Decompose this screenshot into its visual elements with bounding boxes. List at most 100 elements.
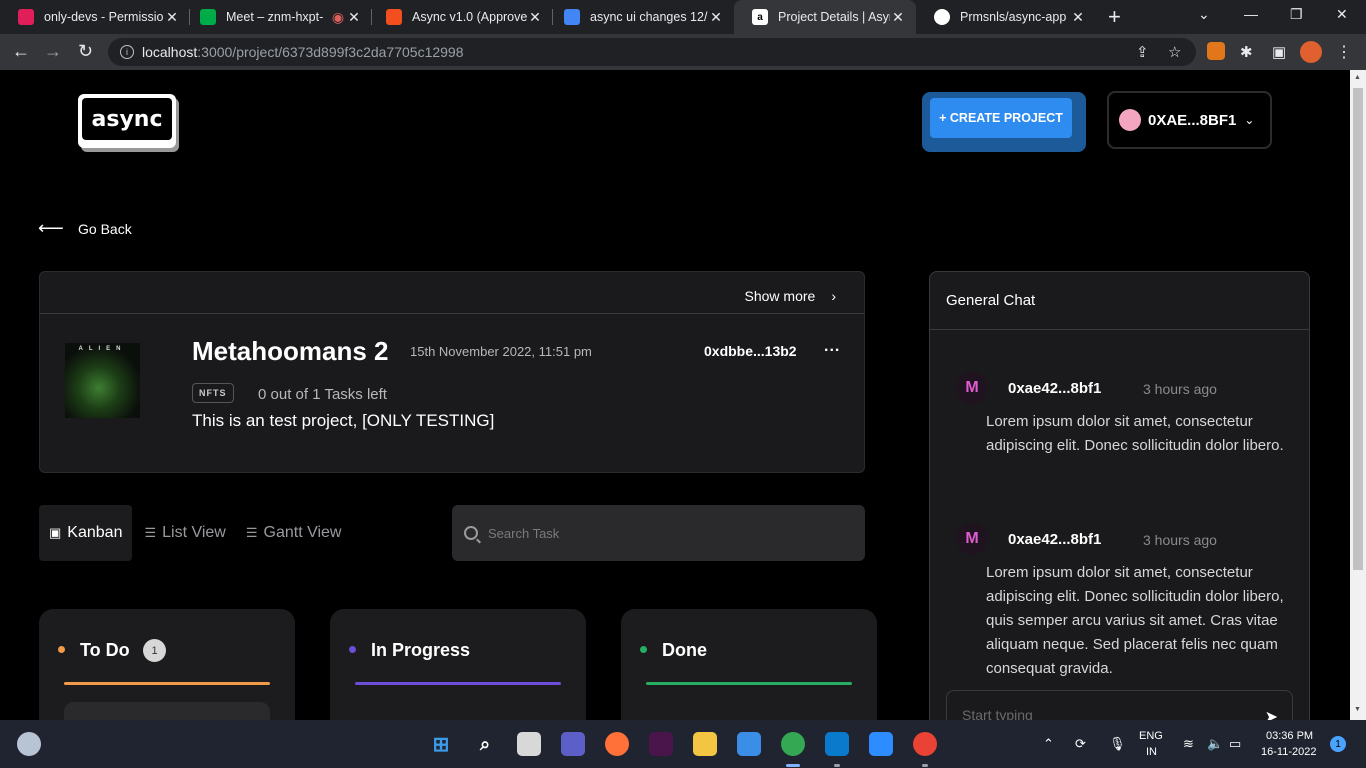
close-icon[interactable]: ✕ xyxy=(527,9,543,26)
user-avatar: M xyxy=(956,523,988,555)
side-panel-icon[interactable]: ▣ xyxy=(1272,43,1286,61)
column-done: Done xyxy=(621,609,877,720)
browser-tab[interactable]: Prmsnls/async-app at ✕ xyxy=(916,0,1096,34)
microphone-icon[interactable]: 🎙 xyxy=(1109,736,1126,752)
page: async + CREATE PROJECT 0XAE...8BF1 ⌄ ⟵ G… xyxy=(0,70,1350,720)
teams-chat-icon[interactable] xyxy=(561,732,585,756)
store-icon[interactable] xyxy=(737,732,761,756)
profile-avatar[interactable] xyxy=(1300,41,1322,63)
file-explorer-icon[interactable] xyxy=(693,732,717,756)
scroll-up-icon[interactable]: ▲ xyxy=(1354,74,1361,81)
thumbnail-text: ALIEN xyxy=(78,346,127,352)
task-card[interactable] xyxy=(64,702,270,720)
browser-tab[interactable]: Async v1.0 (Approved ✕ xyxy=(368,0,553,34)
chevron-right-icon: › xyxy=(831,288,836,304)
bookmark-star-icon[interactable]: ☆ xyxy=(1168,43,1181,61)
more-options-icon[interactable]: ... xyxy=(824,338,840,356)
wifi-icon[interactable]: ≋ xyxy=(1183,736,1194,752)
close-icon[interactable]: ✕ xyxy=(1070,9,1086,26)
share-icon[interactable]: ⇪ xyxy=(1136,43,1149,61)
back-icon[interactable]: ← xyxy=(12,41,30,62)
browser-tab[interactable]: only-devs - Permission ✕ xyxy=(0,0,190,34)
search-icon[interactable]: ⌕ xyxy=(473,732,497,756)
chrome-profile-icon[interactable] xyxy=(913,732,937,756)
firefox-icon[interactable] xyxy=(605,732,629,756)
async-logo[interactable]: async xyxy=(78,94,176,148)
new-tab-icon[interactable]: + xyxy=(1108,4,1121,30)
wallet-button[interactable]: 0XAE...8BF1 ⌄ xyxy=(1107,91,1272,149)
site-info-icon[interactable]: i xyxy=(120,45,134,59)
running-app-indicator xyxy=(922,764,928,767)
vscode-icon[interactable] xyxy=(825,732,849,756)
column-accent-bar xyxy=(646,682,852,685)
project-card: Show more › ALIEN Metahoomans 2 15th Nov… xyxy=(39,271,865,473)
notification-badge[interactable]: 1 xyxy=(1330,736,1346,752)
tab-kanban[interactable]: ▣ Kanban xyxy=(39,505,133,561)
address-bar[interactable]: i localhost:3000/project/6373d899f3c2da7… xyxy=(108,38,1196,66)
browser-menu-icon[interactable]: ⋮ xyxy=(1336,42,1352,62)
column-title: In Progress xyxy=(371,640,471,660)
chat-input-placeholder: Start typing xyxy=(962,707,1033,720)
weather-icon[interactable] xyxy=(17,732,41,756)
browser-tab[interactable]: Meet – znm-hxpt- ◉ ✕ xyxy=(182,0,372,34)
zoom-icon[interactable] xyxy=(869,732,893,756)
window-close-icon[interactable]: ✕ xyxy=(1336,6,1348,23)
tasks-left: 0 out of 1 Tasks left xyxy=(258,386,387,403)
message-user[interactable]: 0xae42...8bf1 xyxy=(1008,531,1101,548)
close-icon[interactable]: ✕ xyxy=(164,9,180,26)
project-owner-address[interactable]: 0xdbbe...13b2 xyxy=(704,343,797,359)
reload-icon[interactable]: ↻ xyxy=(78,41,93,62)
start-icon[interactable]: ⊞ xyxy=(429,732,453,756)
forward-icon[interactable]: → xyxy=(44,41,62,62)
page-scrollbar[interactable]: ▲ ▼ xyxy=(1350,70,1366,720)
go-back-link[interactable]: ⟵ Go Back xyxy=(38,218,132,239)
url-path: :3000/project/6373d899f3c2da7705c12998 xyxy=(197,44,464,60)
meet-icon xyxy=(200,9,216,25)
browser-tabstrip: only-devs - Permission ✕ Meet – znm-hxpt… xyxy=(0,0,1366,34)
show-more-label: Show more xyxy=(744,288,816,304)
restore-icon[interactable]: ❐ xyxy=(1290,6,1303,23)
search-task-input[interactable] xyxy=(488,525,808,541)
gantt-icon: ☰ xyxy=(245,525,258,540)
clock-date[interactable]: 16-11-2022 xyxy=(1261,746,1316,758)
arrow-left-icon: ⟵ xyxy=(38,218,64,238)
message-time: 3 hours ago xyxy=(1143,532,1217,548)
sync-icon[interactable]: ⟳ xyxy=(1075,736,1086,752)
scroll-down-icon[interactable]: ▼ xyxy=(1354,706,1361,713)
create-project-label: + CREATE PROJECT xyxy=(930,98,1072,138)
close-icon[interactable]: ✕ xyxy=(708,9,724,26)
browser-tab-active[interactable]: a Project Details | Async ✕ xyxy=(734,0,916,34)
tab-title: Meet – znm-hxpt- xyxy=(226,10,324,24)
slack-icon[interactable] xyxy=(649,732,673,756)
close-icon[interactable]: ✕ xyxy=(346,9,362,26)
show-more-button[interactable]: Show more › xyxy=(745,288,836,304)
tab-search-icon[interactable]: ⌄ xyxy=(1198,6,1210,23)
extensions-icon[interactable]: ✱ xyxy=(1240,43,1253,61)
browser-tab[interactable]: async ui changes 12/1 ✕ xyxy=(546,0,734,34)
url-host: localhost xyxy=(142,44,198,60)
battery-icon[interactable]: ▭ xyxy=(1229,736,1241,752)
clock-time[interactable]: 03:36 PM xyxy=(1266,730,1313,742)
list-icon: ☰ xyxy=(144,525,157,540)
region-indicator[interactable]: IN xyxy=(1146,746,1157,758)
project-description: This is an test project, [ONLY TESTING] xyxy=(192,411,495,430)
send-icon[interactable]: ➤ xyxy=(1265,707,1278,720)
metamask-icon[interactable] xyxy=(1207,42,1225,60)
volume-icon[interactable]: 🔈 xyxy=(1207,736,1223,752)
tab-gantt-view[interactable]: ☰ Gantt View xyxy=(236,505,352,561)
minimize-icon[interactable]: — xyxy=(1244,6,1258,22)
tab-title: Async v1.0 (Approved xyxy=(412,10,527,24)
chat-input[interactable]: Start typing ➤ xyxy=(946,690,1293,720)
scrollbar-thumb[interactable] xyxy=(1353,88,1363,570)
message-user[interactable]: 0xae42...8bf1 xyxy=(1008,380,1101,397)
task-view-icon[interactable] xyxy=(517,732,541,756)
close-icon[interactable]: ✕ xyxy=(890,9,906,26)
language-indicator[interactable]: ENG xyxy=(1139,730,1163,742)
wallet-address: 0XAE...8BF1 xyxy=(1148,111,1237,129)
chevron-up-icon[interactable]: ⌃ xyxy=(1043,736,1054,752)
search-task-field[interactable] xyxy=(452,505,865,561)
chrome-icon[interactable] xyxy=(781,732,805,756)
tab-list-view[interactable]: ☰ List View xyxy=(134,505,235,561)
docs-icon xyxy=(564,9,580,25)
create-project-button[interactable]: + CREATE PROJECT xyxy=(922,92,1086,152)
